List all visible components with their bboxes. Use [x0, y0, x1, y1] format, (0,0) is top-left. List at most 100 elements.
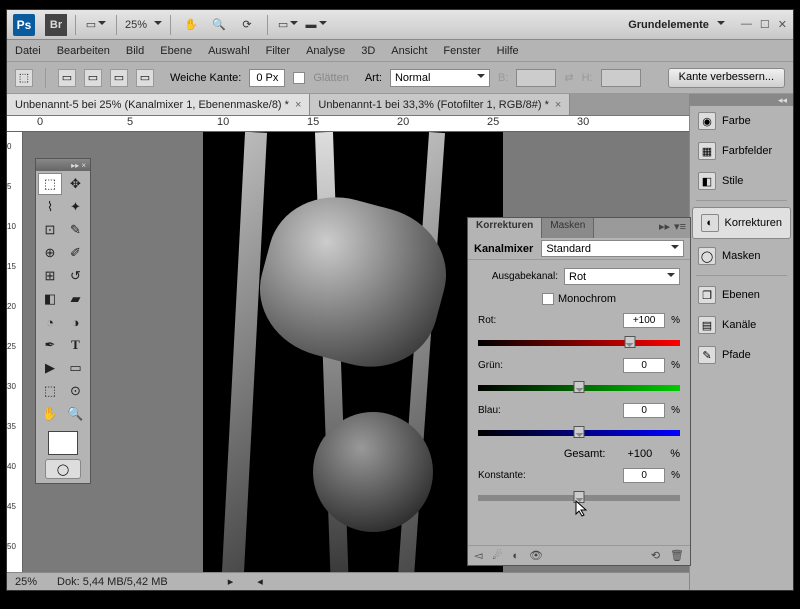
trash-icon[interactable]: 🗑: [670, 549, 684, 562]
expand-icon[interactable]: ☄: [492, 549, 502, 562]
move-tool[interactable]: ✥: [64, 173, 88, 195]
eraser-tool[interactable]: ◧: [38, 288, 62, 310]
eye-icon[interactable]: 👁: [529, 549, 543, 562]
style-select[interactable]: Normal: [390, 69, 490, 87]
arrange-dropdown[interactable]: ▭: [276, 14, 300, 36]
red-value[interactable]: +100: [623, 313, 665, 328]
panel-collapse-icon[interactable]: ▸▸: [659, 220, 670, 236]
menu-filter[interactable]: Filter: [266, 45, 290, 57]
menu-bild[interactable]: Bild: [126, 45, 144, 57]
type-tool[interactable]: T: [64, 334, 88, 356]
subtract-selection-icon[interactable]: ▭: [110, 69, 128, 87]
zoom-control[interactable]: 25%: [125, 19, 162, 31]
menu-3d[interactable]: 3D: [361, 45, 375, 57]
intersect-selection-icon[interactable]: ▭: [136, 69, 154, 87]
ruler-vertical[interactable]: 05101520253035404550: [7, 132, 23, 572]
panel-collapse-icon[interactable]: ◂◂: [690, 94, 793, 106]
gradient-tool[interactable]: ▰: [64, 288, 88, 310]
status-docsize[interactable]: Dok: 5,44 MB/5,42 MB: [57, 576, 168, 588]
menu-datei[interactable]: Datei: [15, 45, 41, 57]
zoom-tool[interactable]: 🔍: [64, 403, 88, 425]
rotate-icon[interactable]: ⟳: [235, 14, 259, 36]
panel-kanaele[interactable]: ▤Kanäle: [690, 310, 793, 340]
menu-analyse[interactable]: Analyse: [306, 45, 345, 57]
doc-tab-2[interactable]: Unbenannt-1 bei 33,3% (Fotofilter 1, RGB…: [310, 94, 570, 115]
constant-slider[interactable]: [478, 491, 680, 505]
menu-bearbeiten[interactable]: Bearbeiten: [57, 45, 110, 57]
panel-farbe[interactable]: ◉Farbe: [690, 106, 793, 136]
history-brush-tool[interactable]: ↺: [64, 265, 88, 287]
wand-tool[interactable]: ✦: [64, 196, 88, 218]
blue-value[interactable]: 0: [623, 403, 665, 418]
3d-tool[interactable]: ⬚: [38, 380, 62, 402]
ruler-horizontal[interactable]: 051015202530: [7, 116, 689, 132]
clip-icon[interactable]: ◐: [512, 550, 519, 562]
menu-fenster[interactable]: Fenster: [443, 45, 480, 57]
panel-pfade[interactable]: ✎Pfade: [690, 340, 793, 370]
pen-tool[interactable]: ✒: [38, 334, 62, 356]
menu-ansicht[interactable]: Ansicht: [391, 45, 427, 57]
stamp-tool[interactable]: ⊞: [38, 265, 62, 287]
dodge-tool[interactable]: ◑: [64, 311, 88, 333]
menu-auswahl[interactable]: Auswahl: [208, 45, 250, 57]
refine-edge-button[interactable]: Kante verbessern...: [668, 68, 785, 88]
add-selection-icon[interactable]: ▭: [84, 69, 102, 87]
back-icon[interactable]: ◅: [474, 549, 482, 562]
hand-tool[interactable]: ✋: [38, 403, 62, 425]
doc-tab-1[interactable]: Unbenannt-5 bei 25% (Kanalmixer 1, Ebene…: [7, 94, 310, 115]
green-value[interactable]: 0: [623, 358, 665, 373]
status-zoom[interactable]: 25%: [15, 576, 37, 588]
lasso-tool[interactable]: ⌇: [38, 196, 62, 218]
path-select-tool[interactable]: ▶: [38, 357, 62, 379]
channels-icon: ▤: [698, 316, 716, 334]
feather-input[interactable]: 0 Px: [249, 69, 285, 87]
tab-masken[interactable]: Masken: [542, 218, 594, 238]
close-button[interactable]: ✕: [778, 18, 787, 31]
panel-farbfelder[interactable]: ▦Farbfelder: [690, 136, 793, 166]
3d-camera-tool[interactable]: ⊙: [64, 380, 88, 402]
crop-tool[interactable]: ⊡: [38, 219, 62, 241]
brush-tool[interactable]: ✐: [64, 242, 88, 264]
foreground-color[interactable]: [48, 431, 78, 455]
zoom-icon[interactable]: 🔍: [207, 14, 231, 36]
layout-dropdown[interactable]: ▭: [84, 14, 108, 36]
hand-icon[interactable]: ✋: [179, 14, 203, 36]
blur-tool[interactable]: ◔: [38, 311, 62, 333]
menu-hilfe[interactable]: Hilfe: [497, 45, 519, 57]
adjustments-panel[interactable]: Korrekturen Masken ▸▸▾≡ Kanalmixer Stand…: [467, 217, 691, 566]
toolbox-header[interactable]: ▸▸ ×: [36, 159, 90, 171]
panel-masken[interactable]: ◯Masken: [690, 241, 793, 271]
bridge-button[interactable]: Br: [45, 14, 67, 36]
output-channel-select[interactable]: Rot: [564, 268, 680, 285]
panel-menu-icon[interactable]: ▾≡: [674, 220, 686, 236]
tool-preset-icon[interactable]: ⬚: [15, 69, 33, 87]
shape-tool[interactable]: ▭: [64, 357, 88, 379]
tab-korrekturen[interactable]: Korrekturen: [468, 218, 542, 238]
minimize-button[interactable]: —: [741, 18, 752, 31]
eyedropper-tool[interactable]: ✎: [64, 219, 88, 241]
toolbox[interactable]: ▸▸ × ⬚✥ ⌇✦ ⊡✎ ⊕✐ ⊞↺ ◧▰ ◔◑ ✒T ▶▭ ⬚⊙ ✋🔍 ◯: [35, 158, 91, 484]
reset-icon[interactable]: ⟲: [651, 549, 660, 562]
workspace-selector[interactable]: Grundelemente: [628, 19, 725, 31]
constant-value[interactable]: 0: [623, 468, 665, 483]
green-slider[interactable]: [478, 381, 680, 395]
menu-ebene[interactable]: Ebene: [160, 45, 192, 57]
panel-ebenen[interactable]: ❐Ebenen: [690, 280, 793, 310]
red-slider[interactable]: [478, 336, 680, 350]
new-selection-icon[interactable]: ▭: [58, 69, 76, 87]
close-icon[interactable]: ×: [295, 99, 301, 111]
marquee-tool[interactable]: ⬚: [38, 173, 62, 195]
close-icon[interactable]: ×: [555, 99, 561, 111]
quickmask-button[interactable]: ◯: [45, 459, 81, 479]
green-label: Grün:: [478, 360, 514, 371]
maximize-button[interactable]: ☐: [760, 18, 770, 31]
blue-label: Blau:: [478, 405, 514, 416]
preset-select[interactable]: Standard: [541, 240, 684, 257]
panel-korrekturen[interactable]: ◐Korrekturen: [692, 207, 791, 239]
panel-stile[interactable]: ◧Stile: [690, 166, 793, 196]
blue-slider[interactable]: [478, 426, 680, 440]
antialias-checkbox[interactable]: [293, 72, 305, 84]
monochrome-checkbox[interactable]: [542, 293, 554, 305]
screenmode-dropdown[interactable]: ▬: [304, 14, 328, 36]
healing-tool[interactable]: ⊕: [38, 242, 62, 264]
